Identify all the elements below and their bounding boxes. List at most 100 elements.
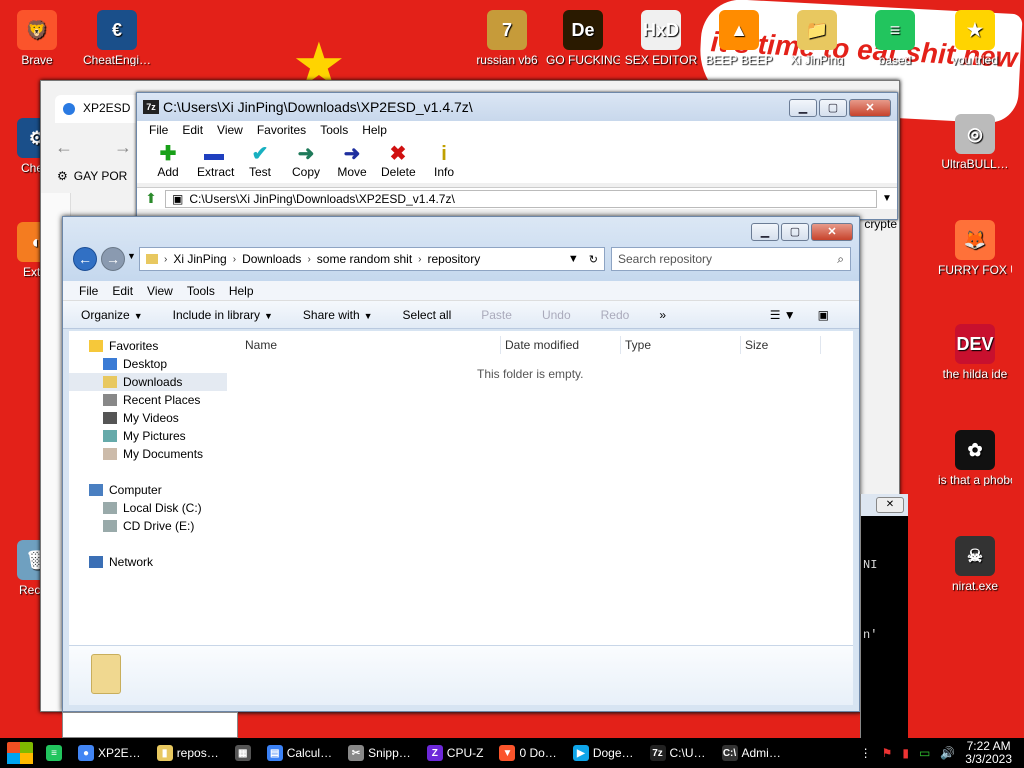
maximize-button[interactable]: ▢	[819, 99, 847, 117]
7zip-address-field[interactable]: ▣ C:\Users\Xi JinPing\Downloads\XP2ESD_v…	[165, 189, 877, 208]
close-button[interactable]: ✕	[876, 497, 904, 513]
add-button[interactable]: ✚ Add	[151, 143, 185, 183]
up-folder-icon[interactable]: ⬆	[137, 190, 165, 207]
breadcrumb-item[interactable]: Downloads	[242, 252, 301, 266]
desktop-icon[interactable]: HxD SEX EDITOR	[624, 10, 698, 66]
clock[interactable]: 7:22 AM 3/3/2023	[965, 740, 1012, 766]
info-button[interactable]: i Info	[427, 143, 461, 183]
nav-item[interactable]: CD Drive (E:)	[69, 517, 227, 535]
network-icon[interactable]: ▭	[919, 746, 930, 760]
breadcrumb-item[interactable]: repository	[428, 252, 481, 266]
taskbar-item[interactable]: ▦	[229, 740, 257, 766]
taskbar-item[interactable]: ● XP2E…	[72, 740, 147, 766]
taskbar-item[interactable]: ≡	[40, 740, 68, 766]
column-header-name[interactable]: Name	[241, 336, 501, 354]
menu-item[interactable]: Tools	[187, 284, 215, 298]
desktop-icon[interactable]: ☠ nirat.exe	[938, 536, 1012, 592]
breadcrumb-separator-icon[interactable]: ›	[164, 254, 167, 265]
command-prompt-window[interactable]: ✕ NI n'	[860, 494, 908, 738]
volume-icon[interactable]: 🔊	[940, 746, 955, 760]
menu-item[interactable]: Help	[362, 123, 387, 137]
explorer-window[interactable]: ▁ ▢ ✕ ← → ▼ › Xi JinPing › Downloads › some r…	[62, 216, 860, 712]
forward-button[interactable]: →	[101, 247, 125, 271]
back-button[interactable]: ←	[73, 247, 97, 271]
menu-item[interactable]: Favorites	[257, 123, 306, 137]
desktop-icon[interactable]: DEV the hilda ide	[938, 324, 1012, 380]
minimize-button[interactable]: ▁	[789, 99, 817, 117]
menu-item[interactable]: View	[147, 284, 173, 298]
breadcrumb-item[interactable]: Xi JinPing	[173, 252, 226, 266]
menu-item[interactable]: View	[217, 123, 243, 137]
start-button[interactable]	[0, 738, 40, 768]
menu-item[interactable]: File	[79, 284, 98, 298]
7zip-window[interactable]: 7z C:\Users\Xi JinPing\Downloads\XP2ESD_…	[136, 92, 898, 220]
desktop-icon[interactable]: ★ you tried	[938, 10, 1012, 66]
nav-item[interactable]: Downloads	[69, 373, 227, 391]
share-with-button[interactable]: Share with ▼	[303, 308, 373, 322]
redo-button[interactable]: Redo	[601, 308, 630, 322]
organize-button[interactable]: Organize ▼	[81, 308, 143, 322]
desktop-icon[interactable]: € CheatEngi…	[80, 10, 154, 66]
breadcrumb-separator-icon[interactable]: ›	[307, 254, 310, 265]
nav-item[interactable]: My Videos	[69, 409, 227, 427]
browser-bookmark[interactable]: ⚙ GAY POR	[57, 169, 127, 183]
move-button[interactable]: ➜ Move	[335, 143, 369, 183]
menu-item[interactable]: File	[149, 123, 168, 137]
minimize-button[interactable]: ▁	[751, 223, 779, 241]
breadcrumb-separator-icon[interactable]: ›	[233, 254, 236, 265]
maximize-button[interactable]: ▢	[781, 223, 809, 241]
more-commands-button[interactable]: »	[659, 308, 666, 322]
nav-item[interactable]: My Pictures	[69, 427, 227, 445]
extract-button[interactable]: ▬ Extract	[197, 143, 234, 183]
terminal-titlebar[interactable]: ✕	[861, 494, 908, 516]
taskbar-item[interactable]: 7z C:\U…	[644, 740, 712, 766]
preview-pane-icon[interactable]: ▣	[818, 308, 829, 322]
chevron-down-icon[interactable]: ▼	[568, 253, 579, 266]
search-icon[interactable]: ⌕	[837, 252, 844, 267]
taskbar-item[interactable]: ▼ 0 Do…	[493, 740, 562, 766]
breadcrumb-separator-icon[interactable]: ›	[418, 254, 421, 265]
nav-item[interactable]: Favorites	[69, 337, 227, 355]
flag-icon[interactable]: ⚑	[882, 746, 893, 760]
desktop-icon[interactable]: De GO FUCKING DIE WHORE	[546, 10, 620, 66]
7zip-titlebar[interactable]: 7z C:\Users\Xi JinPing\Downloads\XP2ESD_…	[137, 93, 897, 121]
taskbar-item[interactable]: ▶ Doge…	[567, 740, 640, 766]
menu-item[interactable]: Edit	[182, 123, 203, 137]
taskbar-item[interactable]: C:\ Admi…	[716, 740, 787, 766]
nav-item[interactable]: Computer	[69, 481, 227, 499]
desktop-icon[interactable]: 🦊 FURRY FOX UWU	[938, 220, 1012, 276]
desktop-icon[interactable]: ≡ based	[858, 10, 932, 66]
nav-item[interactable]: My Documents	[69, 445, 227, 463]
desktop-icon[interactable]: 🦁 Brave	[0, 10, 74, 66]
include-in-library-button[interactable]: Include in library ▼	[173, 308, 273, 322]
address-bar[interactable]: › Xi JinPing › Downloads › some random shit › r…	[139, 247, 605, 271]
more-icon[interactable]: ⋮	[860, 746, 872, 760]
menu-item[interactable]: Tools	[320, 123, 348, 137]
nav-item[interactable]: Network	[69, 553, 227, 571]
background-window[interactable]	[62, 712, 238, 738]
breadcrumb-item[interactable]: some random shit	[317, 252, 412, 266]
close-button[interactable]: ✕	[811, 223, 853, 241]
column-header-date-modified[interactable]: Date modified	[501, 336, 621, 354]
menu-item[interactable]: Help	[229, 284, 254, 298]
copy-button[interactable]: ➜ Copy	[289, 143, 323, 183]
desktop-icon[interactable]: 📁 Xi JinPing	[780, 10, 854, 66]
refresh-icon[interactable]: ↻	[589, 253, 598, 266]
desktop-icon[interactable]: ▲ BEEP BEEP	[702, 10, 776, 66]
search-box[interactable]: Search repository ⌕	[611, 247, 851, 271]
column-header-size[interactable]: Size	[741, 336, 821, 354]
view-options-icon[interactable]: ☰ ▼	[770, 308, 796, 322]
desktop-icon[interactable]: 7 russian vb6	[470, 10, 544, 66]
desktop-icon[interactable]: ◎ UltraBULL…	[938, 114, 1012, 170]
flag-red-icon[interactable]: ▮	[902, 746, 909, 760]
undo-button[interactable]: Undo	[542, 308, 571, 322]
test-button[interactable]: ✔ Test	[243, 143, 277, 183]
taskbar-item[interactable]: ✂ Snipp…	[342, 740, 417, 766]
taskbar-item[interactable]: ▮ repos…	[151, 740, 225, 766]
search-input[interactable]: Search repository	[618, 252, 712, 266]
taskbar-item[interactable]: Z CPU-Z	[421, 740, 490, 766]
nav-item[interactable]: Local Disk (C:)	[69, 499, 227, 517]
nav-item[interactable]: Desktop	[69, 355, 227, 373]
desktop-icon[interactable]: ✿ is that a phobos r…	[938, 430, 1012, 486]
chevron-down-icon[interactable]: ▼	[877, 193, 897, 204]
